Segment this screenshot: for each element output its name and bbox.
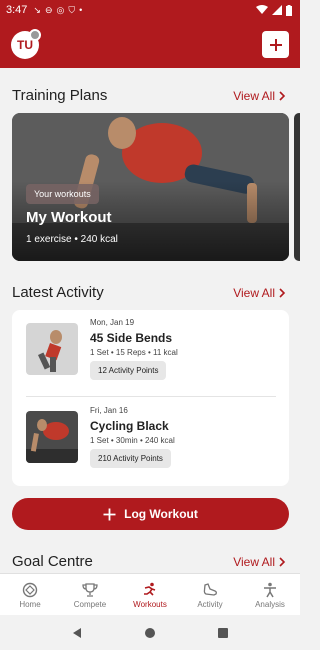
workout-plan-card[interactable]: Your workouts My Workout 1 exercise • 24…: [12, 113, 289, 261]
workout-subtitle: 1 exercise • 240 kcal: [26, 234, 118, 245]
activity-points-badge: 12 Activity Points: [90, 361, 167, 380]
activity-thumbnail: [26, 411, 78, 463]
goal-centre-title: Goal Centre: [12, 553, 93, 570]
activity-name: 45 Side Bends: [90, 331, 173, 345]
main-content[interactable]: Training Plans View All Your workouts My…: [0, 68, 300, 573]
tab-activity[interactable]: Activity: [180, 574, 240, 616]
latest-activity-card: Mon, Jan 19 45 Side Bends 1 Set • 15 Rep…: [12, 310, 289, 486]
chevron-right-icon: [279, 557, 286, 567]
activity-thumbnail: [26, 323, 78, 375]
status-bar: 3:47 ↘ ⊖ ◎ ⛉ •: [0, 0, 300, 20]
log-workout-label: Log Workout: [124, 507, 198, 521]
trophy-icon: [82, 582, 98, 597]
tab-compete[interactable]: Compete: [60, 574, 120, 616]
bottom-tab-bar: Home Compete Workouts Activity Analysis: [0, 573, 300, 616]
tab-home[interactable]: Home: [0, 574, 60, 616]
activity-name: Cycling Black: [90, 419, 169, 433]
avatar[interactable]: TU: [11, 29, 41, 59]
back-icon[interactable]: [72, 627, 82, 638]
chrome-icon: ◎: [56, 4, 65, 15]
training-view-all-link[interactable]: View All: [233, 89, 286, 103]
activity-meta: 1 Set • 30min • 240 kcal: [90, 436, 175, 445]
goal-view-all-link[interactable]: View All: [233, 555, 286, 569]
tab-analysis[interactable]: Analysis: [240, 574, 300, 616]
home-icon[interactable]: [144, 627, 155, 638]
activity-view-all-link[interactable]: View All: [233, 286, 286, 300]
divider: [26, 396, 276, 397]
next-plan-card-peek[interactable]: [294, 113, 300, 261]
latest-activity-title: Latest Activity: [12, 284, 104, 301]
activity-date: Mon, Jan 19: [90, 318, 135, 327]
chevron-right-icon: [279, 288, 286, 298]
recents-icon[interactable]: [218, 627, 229, 638]
plus-icon: [103, 508, 116, 520]
activity-meta: 1 Set • 15 Reps • 11 kcal: [90, 348, 178, 357]
runner-icon: [144, 582, 156, 596]
status-time: 3:47: [6, 4, 28, 16]
training-plans-title: Training Plans: [12, 87, 108, 104]
tab-label: Workouts: [133, 599, 167, 609]
workout-title: My Workout: [26, 209, 112, 226]
tab-label: Analysis: [255, 599, 285, 609]
do-not-disturb-icon: ⊖: [44, 4, 53, 15]
shield-icon: ⛉: [68, 4, 76, 15]
activity-date: Fri, Jan 16: [90, 406, 128, 415]
activity-item[interactable]: Mon, Jan 19 45 Side Bends 1 Set • 15 Rep…: [26, 318, 276, 388]
battery-icon: [286, 4, 292, 16]
app-bar: TU: [0, 20, 300, 68]
system-nav-bar: [0, 615, 300, 650]
activity-points-badge: 210 Activity Points: [90, 449, 171, 468]
dot-icon: •: [79, 4, 83, 15]
signal-icon: [272, 5, 282, 15]
tab-workouts[interactable]: Workouts: [120, 574, 180, 616]
avatar-status-dot: [29, 29, 41, 41]
target-icon: [22, 582, 38, 597]
log-workout-button[interactable]: Log Workout: [12, 498, 289, 530]
tab-label: Activity: [197, 599, 223, 609]
your-workouts-tag: Your workouts: [26, 184, 99, 204]
plus-icon: [269, 38, 282, 51]
add-button[interactable]: [262, 31, 289, 58]
person-icon: [264, 582, 276, 597]
tab-label: Home: [19, 599, 41, 609]
activity-item[interactable]: Fri, Jan 16 Cycling Black 1 Set • 30min …: [26, 406, 276, 476]
view-all-label: View All: [233, 286, 275, 300]
view-all-label: View All: [233, 89, 275, 103]
wifi-icon: [256, 5, 268, 14]
tab-label: Compete: [73, 599, 107, 609]
view-all-label: View All: [233, 555, 275, 569]
avatar-initials: TU: [17, 38, 33, 52]
shoe-icon: [203, 582, 217, 596]
status-notification-icons: ↘ ⊖ ◎ ⛉ •: [33, 5, 82, 16]
chevron-right-icon: [279, 91, 286, 101]
missed-call-icon: ↘: [33, 4, 41, 15]
